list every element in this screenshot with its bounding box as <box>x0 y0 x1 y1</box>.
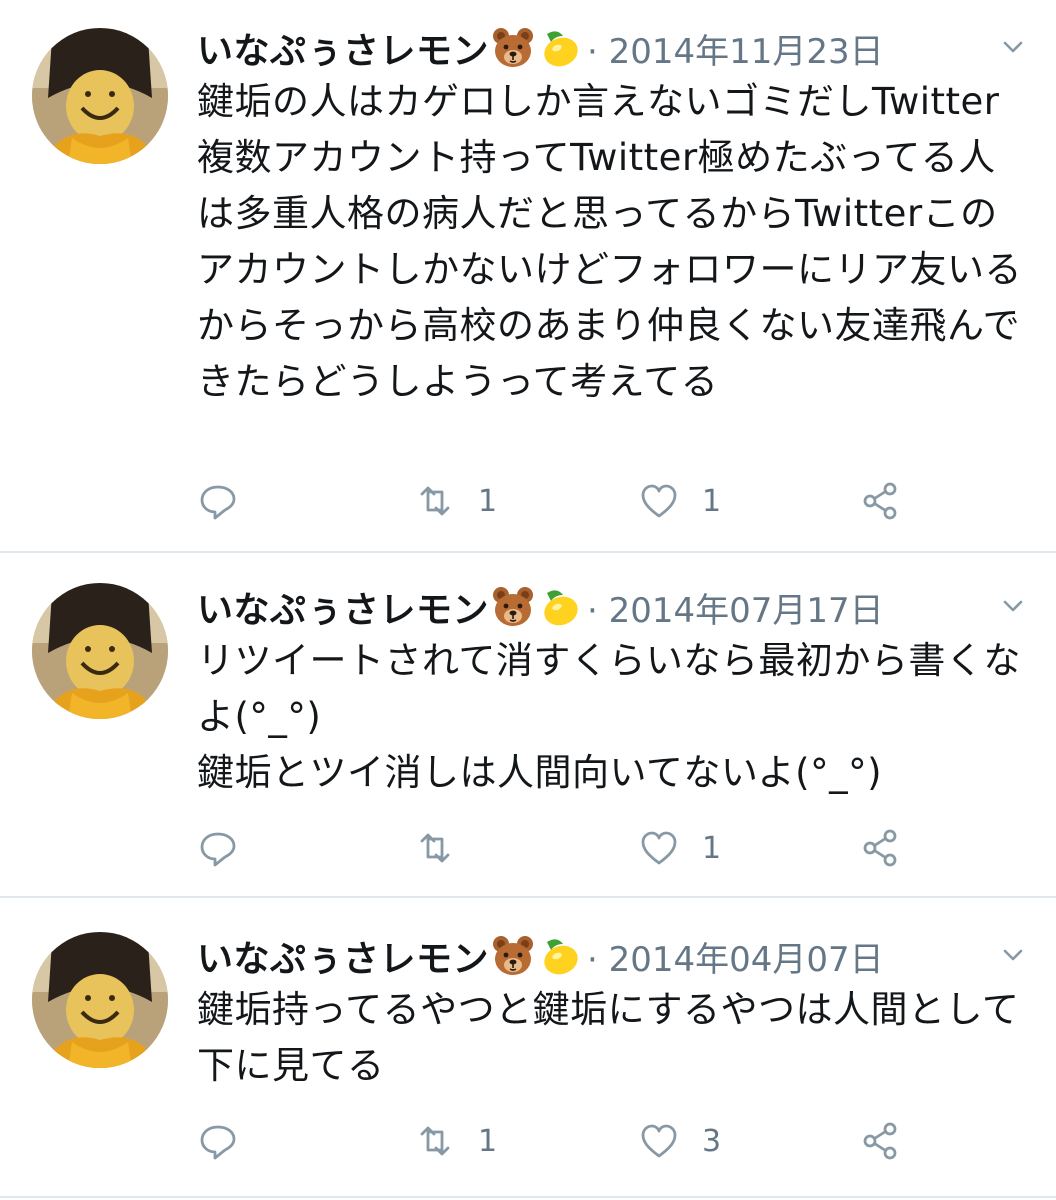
tweet-actions: 1 3 <box>0 1116 1056 1166</box>
tweet-header: いなぷぅさレモン · 2014年07月17日 <box>197 581 884 633</box>
lemon-emoji-icon <box>537 585 581 629</box>
tweet-text: 鍵垢持ってるやつと鍵垢にするやつは人間として下に見てる <box>197 988 1020 1087</box>
reply-button[interactable] <box>197 1116 261 1166</box>
tweet-actions: 1 1 <box>0 476 1056 526</box>
tweet-1[interactable]: いなぷぅさレモン · 2014年11月23日 鍵垢の人はカゲロしか言えないゴミだ… <box>0 0 1056 552</box>
share-button[interactable] <box>860 823 902 873</box>
reply-button[interactable] <box>197 476 261 526</box>
reply-button[interactable] <box>197 823 261 873</box>
chevron-down-icon[interactable] <box>996 938 1030 972</box>
like-icon <box>638 480 680 522</box>
retweet-icon <box>414 827 456 869</box>
lemon-emoji-icon <box>537 26 581 70</box>
reply-icon <box>197 1120 239 1162</box>
user-name[interactable]: いなぷぅさレモン <box>197 930 489 982</box>
like-button[interactable]: 3 <box>638 1116 721 1166</box>
bear-face-emoji-icon <box>491 26 535 70</box>
reply-icon <box>197 480 239 522</box>
share-icon <box>860 480 902 522</box>
tweet-text: 鍵垢の人はカゲロしか言えないゴミだしTwitter複数アカウント持ってTwitt… <box>197 80 1022 403</box>
like-count: 1 <box>702 483 722 519</box>
retweet-count: 1 <box>478 1123 498 1159</box>
tweet-header: いなぷぅさレモン · 2014年11月23日 <box>197 22 884 74</box>
avatar[interactable] <box>32 932 168 1068</box>
tweet-date: · 2014年07月17日 <box>587 590 884 631</box>
reply-icon <box>197 827 239 869</box>
tweet-2[interactable]: いなぷぅさレモン · 2014年07月17日 リツイートされて消すくらいなら最初… <box>0 553 1056 896</box>
like-icon <box>638 827 680 869</box>
share-button[interactable] <box>860 476 902 526</box>
tweet-text: リツイートされて消すくらいなら最初から書くなよ(°_°) 鍵垢とツイ消しは人間向… <box>197 639 1021 794</box>
user-name[interactable]: いなぷぅさレモン <box>197 22 489 74</box>
tweet-date: · 2014年04月07日 <box>587 939 884 980</box>
like-button[interactable]: 1 <box>638 823 721 873</box>
share-icon <box>860 827 902 869</box>
tweet-3[interactable]: いなぷぅさレモン · 2014年04月07日 鍵垢持ってるやつと鍵垢にするやつは… <box>0 898 1056 1198</box>
retweet-button[interactable]: 1 <box>414 476 497 526</box>
like-count: 3 <box>702 1123 722 1159</box>
chevron-down-icon[interactable] <box>996 589 1030 623</box>
share-icon <box>860 1120 902 1162</box>
chevron-down-icon[interactable] <box>996 30 1030 64</box>
tweet-header: いなぷぅさレモン · 2014年04月07日 <box>197 930 884 982</box>
bear-face-emoji-icon <box>491 585 535 629</box>
bear-face-emoji-icon <box>491 934 535 978</box>
like-count: 1 <box>702 830 722 866</box>
retweet-count: 1 <box>478 483 498 519</box>
retweet-button[interactable]: 1 <box>414 1116 497 1166</box>
share-button[interactable] <box>860 1116 902 1166</box>
user-name[interactable]: いなぷぅさレモン <box>197 581 489 633</box>
like-icon <box>638 1120 680 1162</box>
retweet-icon <box>414 1120 456 1162</box>
like-button[interactable]: 1 <box>638 476 721 526</box>
tweet-actions: 1 <box>0 823 1056 873</box>
avatar[interactable] <box>32 583 168 719</box>
retweet-button[interactable] <box>414 823 478 873</box>
divider <box>0 1196 1056 1198</box>
retweet-icon <box>414 480 456 522</box>
lemon-emoji-icon <box>537 934 581 978</box>
avatar[interactable] <box>32 28 168 164</box>
tweet-date: · 2014年11月23日 <box>587 31 884 72</box>
